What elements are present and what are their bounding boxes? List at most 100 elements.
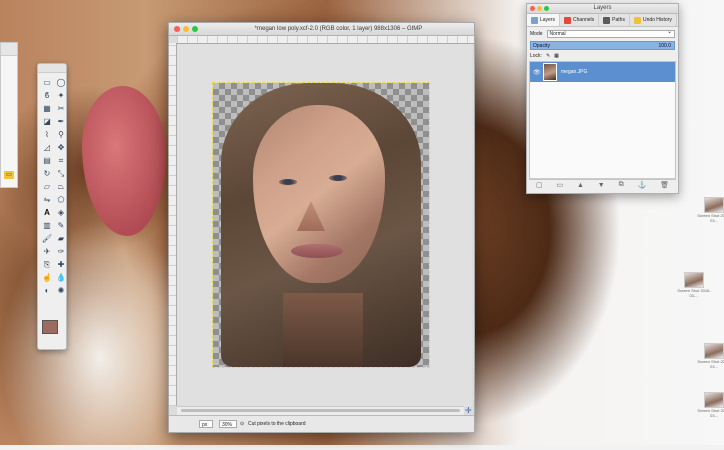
- foreground-select-icon[interactable]: ◪: [41, 116, 53, 127]
- scissors-icon[interactable]: ✂: [55, 103, 67, 114]
- scrollbar-thumb[interactable]: [181, 409, 460, 412]
- desktop-icon-label: Screen Shot 2016-03...: [697, 408, 724, 418]
- paintbrush-icon[interactable]: 🖌: [41, 233, 53, 244]
- blur-icon[interactable]: 💧: [55, 272, 67, 283]
- ellipse-select-icon[interactable]: ◯: [55, 77, 67, 88]
- crop-icon[interactable]: ⌗: [55, 155, 67, 166]
- tab-channels[interactable]: Channels: [560, 14, 600, 26]
- horizontal-ruler[interactable]: [177, 36, 474, 44]
- layers-icon: [531, 16, 538, 24]
- anchor-layer-icon[interactable]: ⚓: [638, 181, 647, 189]
- clone-icon[interactable]: ⎘: [41, 259, 53, 270]
- window-title: *megan low poly.xcf-2.0 (RGB color, 1 la…: [254, 26, 423, 32]
- lock-pixels-icon[interactable]: ✎: [546, 52, 550, 60]
- desktop-icon[interactable]: Screen Shot 2016-03...: [694, 197, 724, 223]
- layer-list[interactable]: 👁 megan.JPG: [529, 61, 676, 180]
- desktop-icon[interactable]: Screen Shot 2016-03-...: [674, 272, 714, 298]
- new-layer-group-icon[interactable]: ▭: [556, 181, 563, 189]
- toolbox-titlebar[interactable]: [38, 64, 66, 73]
- unit-select[interactable]: px: [199, 420, 213, 428]
- tab-label: Paths: [612, 17, 625, 23]
- tab-layers[interactable]: Layers: [527, 14, 561, 26]
- folder-icon[interactable]: ▭: [4, 171, 14, 179]
- gimp-toolbox: ▭ ◯ ϐ ✦ ▦ ✂ ◪ ✒ ⌇ ⚲ ◿ ✥ ▤ ⌗ ↻ ⤡ ▱ ⏢ ⇋ ⬠ …: [37, 63, 67, 350]
- zoom-icon[interactable]: ⚲: [55, 129, 67, 140]
- duplicate-layer-icon[interactable]: ⧉: [619, 181, 624, 189]
- zoom-select[interactable]: 30%: [219, 420, 237, 428]
- align-icon[interactable]: ▤: [41, 155, 53, 166]
- rect-select-icon[interactable]: ▭: [41, 77, 53, 88]
- lock-label: Lock:: [530, 53, 542, 59]
- ink-icon[interactable]: ✑: [55, 246, 67, 257]
- move-icon[interactable]: ✥: [55, 142, 67, 153]
- lock-alpha-icon[interactable]: ▦: [554, 52, 559, 60]
- fuzzy-select-icon[interactable]: ✦: [55, 90, 67, 101]
- paths-tab-icon: [603, 16, 611, 24]
- layer-name[interactable]: megan.JPG: [561, 69, 587, 75]
- layers-dock-titlebar[interactable]: Layers: [527, 4, 678, 14]
- mode-select[interactable]: Normal: [546, 29, 675, 38]
- color-picker-icon[interactable]: ⌇: [41, 129, 53, 140]
- channels-icon: [564, 16, 572, 24]
- tab-paths[interactable]: Paths: [599, 14, 630, 26]
- dock-minimize-icon[interactable]: [537, 6, 542, 11]
- dock-close-icon[interactable]: [530, 6, 535, 11]
- color-select-icon[interactable]: ▦: [41, 103, 53, 114]
- dock-tabs: Layers Channels Paths Undo History: [527, 14, 678, 27]
- image-canvas[interactable]: [212, 82, 430, 368]
- desktop-icon[interactable]: Screen Shot 2016-03...: [694, 392, 724, 418]
- heal-icon[interactable]: ✚: [55, 259, 67, 270]
- new-layer-icon[interactable]: ▢: [536, 181, 543, 189]
- warp-icon[interactable]: ✺: [55, 285, 67, 296]
- screenshot-thumbnail-icon: [704, 392, 724, 408]
- bucket-fill-icon[interactable]: ◈: [55, 207, 67, 218]
- dodge-icon[interactable]: ◐: [41, 285, 53, 296]
- paths-icon[interactable]: ✒: [55, 116, 67, 127]
- image-window-titlebar[interactable]: *megan low poly.xcf-2.0 (RGB color, 1 la…: [169, 23, 474, 36]
- shear-icon[interactable]: ▱: [41, 181, 53, 192]
- navigate-icon[interactable]: ✛: [465, 407, 472, 415]
- screenshot-thumbnail-icon: [684, 272, 704, 288]
- dock-zoom-icon[interactable]: [544, 6, 549, 11]
- horizontal-scrollbar[interactable]: [177, 406, 464, 415]
- layer-thumbnail: [543, 63, 557, 81]
- text-icon[interactable]: A: [41, 207, 53, 218]
- pencil-icon[interactable]: ✎: [55, 220, 67, 231]
- screenshot-thumbnail-icon: [704, 197, 724, 213]
- measure-icon[interactable]: ◿: [41, 142, 53, 153]
- blend-icon[interactable]: ▥: [41, 220, 53, 231]
- gimp-image-window: *megan low poly.xcf-2.0 (RGB color, 1 la…: [168, 22, 475, 433]
- cage-icon[interactable]: ⬠: [55, 194, 67, 205]
- zoom-window-icon[interactable]: [192, 26, 198, 32]
- scale-icon[interactable]: ⤡: [55, 168, 67, 179]
- finder-window-edge[interactable]: ▭: [0, 42, 18, 188]
- layer-row[interactable]: 👁 megan.JPG: [530, 62, 675, 82]
- status-icon: ⊙: [240, 421, 245, 427]
- desktop-icon[interactable]: Screen Shot 2016-03...: [694, 343, 724, 369]
- opacity-slider[interactable]: Opacity 100.0: [530, 41, 675, 50]
- image-right-eye: [329, 175, 347, 181]
- raise-layer-icon[interactable]: ▲: [577, 182, 584, 189]
- opacity-label: Opacity: [533, 43, 550, 49]
- airbrush-icon[interactable]: ✈: [41, 246, 53, 257]
- close-icon[interactable]: [174, 26, 180, 32]
- minimize-icon[interactable]: [183, 26, 189, 32]
- desktop-icon-label: Screen Shot 2016-03...: [697, 213, 724, 223]
- vertical-ruler[interactable]: [169, 43, 177, 406]
- desktop-icon-label: Screen Shot 2016-03-...: [677, 288, 711, 298]
- free-select-icon[interactable]: ϐ: [41, 90, 53, 101]
- mode-row: Mode Normal: [527, 29, 678, 39]
- opacity-value[interactable]: 100.0: [658, 42, 671, 50]
- tab-undo-history[interactable]: Undo History: [630, 14, 677, 26]
- foreground-color-swatch[interactable]: [42, 320, 58, 334]
- canvas-area[interactable]: [177, 44, 472, 406]
- rotate-icon[interactable]: ↻: [41, 168, 53, 179]
- lower-layer-icon[interactable]: ▼: [598, 182, 605, 189]
- layers-dock: Layers Layers Channels Paths Undo Histor…: [526, 3, 679, 194]
- smudge-icon[interactable]: ☝: [41, 272, 53, 283]
- delete-layer-icon[interactable]: 🗑: [660, 181, 669, 189]
- flip-icon[interactable]: ⇋: [41, 194, 53, 205]
- eraser-icon[interactable]: ▰: [55, 233, 67, 244]
- visibility-eye-icon[interactable]: 👁: [533, 69, 541, 76]
- perspective-icon[interactable]: ⏢: [55, 181, 67, 192]
